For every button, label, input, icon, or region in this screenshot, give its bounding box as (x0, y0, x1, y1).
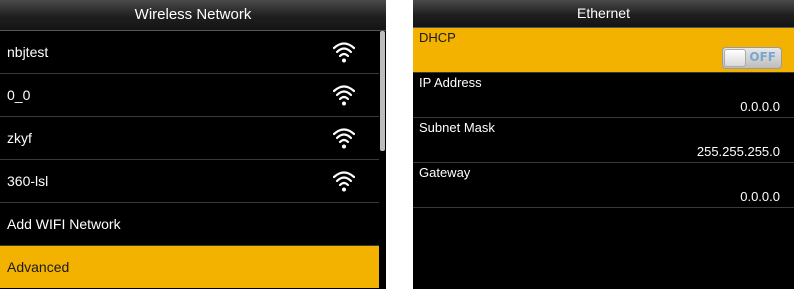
wifi-icon (333, 128, 355, 149)
wireless-network-screen: Wireless Network nbjtest 0_0 zkyf 360-ls… (0, 0, 386, 289)
wifi-icon (333, 171, 355, 192)
ip-address-value: 0.0.0.0 (740, 99, 780, 114)
dhcp-toggle[interactable]: OFF (722, 47, 782, 69)
dhcp-label: DHCP (419, 30, 456, 45)
gateway-label: Gateway (419, 165, 471, 180)
ip-address-label: IP Address (419, 75, 482, 90)
ethernet-screen: Ethernet DHCP OFF IP Address 0.0.0.0 Sub… (413, 0, 794, 289)
screen-title: Wireless Network (0, 0, 386, 31)
scrollbar-thumb[interactable] (380, 31, 385, 151)
advanced-item[interactable]: Advanced (0, 246, 379, 288)
wifi-item-label: 0_0 (7, 87, 31, 103)
wifi-item-nbjtest[interactable]: nbjtest (0, 31, 379, 74)
wifi-item-0_0[interactable]: 0_0 (0, 74, 379, 117)
ip-address-row[interactable]: IP Address 0.0.0.0 (413, 73, 794, 118)
add-wifi-network-label: Add WIFI Network (7, 216, 121, 232)
wifi-network-list: nbjtest 0_0 zkyf 360-lsl Add WIFI Networ… (0, 31, 379, 288)
wifi-item-label: 360-lsl (7, 173, 49, 189)
wifi-icon (333, 85, 355, 106)
subnet-mask-value: 255.255.255.0 (696, 144, 780, 159)
wifi-icon (333, 42, 355, 63)
wifi-item-360-lsl[interactable]: 360-lsl (0, 160, 379, 203)
advanced-label: Advanced (7, 259, 70, 275)
wifi-item-label: zkyf (7, 130, 32, 146)
toggle-knob (724, 49, 746, 67)
gateway-value: 0.0.0.0 (740, 189, 780, 204)
subnet-mask-label: Subnet Mask (419, 120, 495, 135)
toggle-state-text: OFF (749, 50, 776, 64)
screen-title: Ethernet (413, 0, 794, 28)
gateway-row[interactable]: Gateway 0.0.0.0 (413, 163, 794, 208)
wifi-item-label: nbjtest (7, 44, 49, 60)
dhcp-row[interactable]: DHCP OFF (413, 28, 794, 73)
add-wifi-network-item[interactable]: Add WIFI Network (0, 203, 379, 246)
subnet-mask-row[interactable]: Subnet Mask 255.255.255.0 (413, 118, 794, 163)
wifi-item-zkyf[interactable]: zkyf (0, 117, 379, 160)
scrollbar[interactable] (379, 31, 386, 289)
